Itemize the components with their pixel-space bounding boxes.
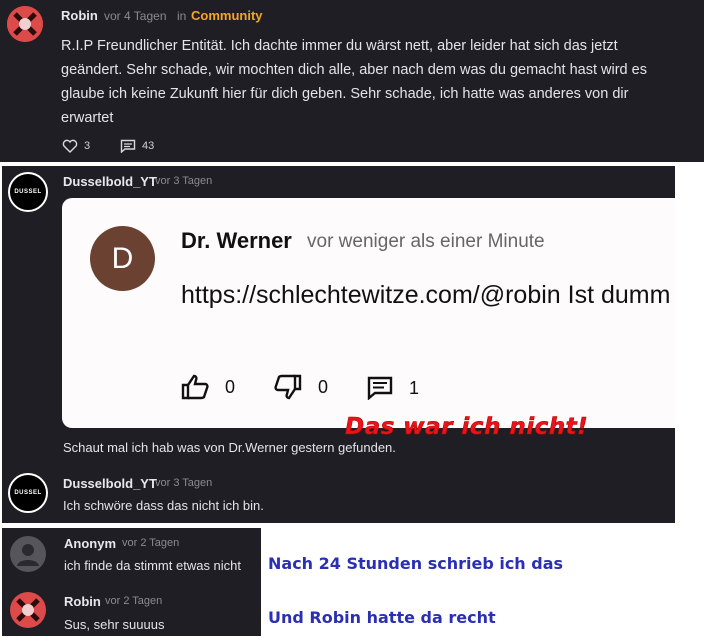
- avatar[interactable]: [7, 6, 43, 42]
- like-count: 3: [84, 140, 91, 152]
- comments-button[interactable]: 43: [120, 139, 154, 153]
- embed-comment-count: 1: [409, 377, 420, 398]
- overlay-annotation: Das war ich nicht!: [345, 414, 589, 441]
- embed-like: 0: [181, 374, 235, 400]
- avatar-logo-text: DUSSEL: [14, 189, 42, 195]
- comment-time: vor 3 Tagen: [155, 477, 213, 489]
- embed-text: https://schlechtewitze.com/@robin Ist du…: [181, 281, 671, 309]
- thumbs-up-icon: [181, 374, 209, 400]
- embedded-screenshot: D Dr. Werner vor weniger als einer Minut…: [62, 198, 675, 428]
- post-in-label: in: [177, 9, 187, 23]
- embed-avatar-letter: D: [111, 241, 134, 275]
- embed-like-count: 0: [225, 376, 236, 397]
- heart-icon: [62, 139, 78, 153]
- robin-avatar-icon: [10, 592, 46, 628]
- user-icon: [17, 544, 39, 566]
- robin-avatar-icon: [7, 6, 43, 42]
- comment-author[interactable]: Anonym: [64, 536, 116, 551]
- post-time: vor 4 Tagen: [104, 9, 167, 23]
- embed-dislike-count: 0: [318, 376, 329, 397]
- embed-comments: 1: [367, 376, 419, 400]
- comment-body: Sus, sehr suuuus: [64, 617, 165, 632]
- comment-body: Schaut mal ich hab was von Dr.Werner ges…: [63, 440, 396, 455]
- embed-avatar: D: [90, 226, 155, 291]
- comment-count: 43: [142, 140, 155, 152]
- thumbs-down-icon: [274, 374, 302, 400]
- avatar[interactable]: DUSSEL: [8, 473, 48, 513]
- post-card: Robin vor 4 Tagen in Community R.I.P Fre…: [0, 0, 704, 162]
- comment-time: vor 3 Tagen: [155, 175, 213, 187]
- annotation-note: Und Robin hatte da recht: [268, 608, 496, 627]
- comment-icon: [120, 139, 136, 153]
- reply-panel: Anonym vor 2 Tagen ich finde da stimmt e…: [2, 528, 261, 636]
- comment-panel: DUSSEL Dusselbold_YT vor 3 Tagen D Dr. W…: [2, 166, 675, 523]
- comment-body: Ich schwöre dass das nicht ich bin.: [63, 498, 264, 513]
- comment-author[interactable]: Dusselbold_YT: [63, 174, 157, 189]
- community-link[interactable]: Community: [191, 8, 263, 23]
- comment-body: ich finde da stimmt etwas nicht: [64, 558, 242, 573]
- embed-time: vor weniger als einer Minute: [307, 231, 545, 252]
- avatar[interactable]: [10, 536, 46, 572]
- comment-time: vor 2 Tagen: [122, 537, 180, 549]
- embed-dislike: 0: [274, 374, 328, 400]
- avatar-logo-text: DUSSEL: [14, 490, 42, 496]
- post-author[interactable]: Robin: [61, 8, 98, 23]
- annotation-note: Nach 24 Stunden schrieb ich das: [268, 554, 564, 573]
- comment-time: vor 2 Tagen: [105, 595, 163, 607]
- avatar[interactable]: [10, 592, 46, 628]
- comment-author[interactable]: Dusselbold_YT: [63, 476, 157, 491]
- post-body: R.I.P Freundlicher Entität. Ich dachte i…: [61, 38, 647, 126]
- comment-author[interactable]: Robin: [64, 594, 101, 609]
- comment-icon: [367, 376, 393, 400]
- embed-author: Dr. Werner: [181, 228, 292, 253]
- like-button[interactable]: 3: [62, 139, 90, 153]
- avatar[interactable]: DUSSEL: [8, 172, 48, 212]
